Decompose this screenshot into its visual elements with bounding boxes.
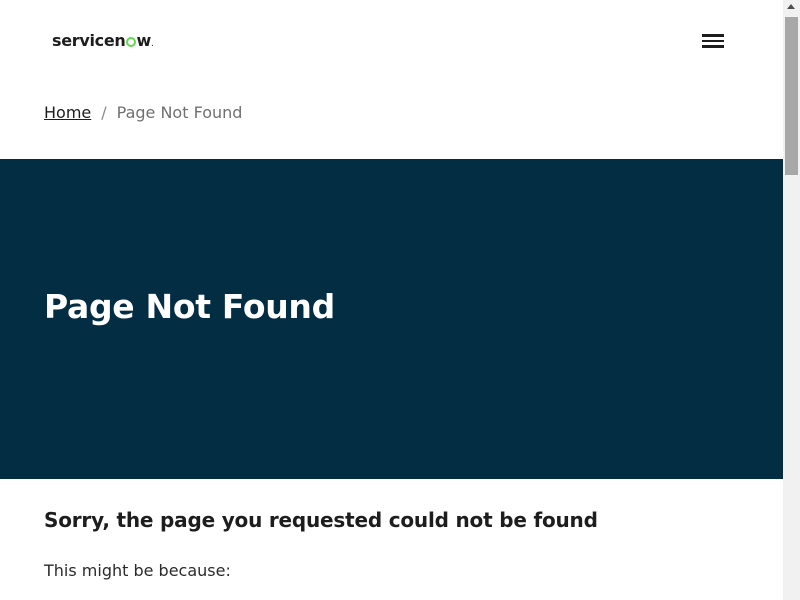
hamburger-line bbox=[702, 34, 724, 37]
vertical-scrollbar[interactable] bbox=[783, 0, 800, 600]
hamburger-line bbox=[702, 39, 724, 42]
error-explanation: This might be because: bbox=[44, 561, 231, 580]
page: servicen w. Home / Page Not Found Page No… bbox=[0, 0, 783, 600]
hero-banner: Page Not Found bbox=[0, 159, 783, 479]
breadcrumb-current: Page Not Found bbox=[116, 102, 243, 122]
site-header: servicen w. bbox=[0, 0, 783, 82]
scroll-up-arrow-icon[interactable] bbox=[787, 4, 795, 9]
logo-o-mark-icon bbox=[126, 37, 137, 47]
breadcrumb-home-link[interactable]: Home bbox=[44, 103, 91, 122]
hamburger-menu-icon[interactable] bbox=[699, 30, 727, 52]
servicenow-logo[interactable]: servicen w. bbox=[52, 31, 154, 53]
error-heading: Sorry, the page you requested could not … bbox=[44, 508, 598, 532]
page-title: Page Not Found bbox=[44, 287, 335, 326]
logo-text-left: servicen bbox=[52, 31, 126, 50]
logo-text-right: w bbox=[136, 31, 152, 50]
breadcrumb-separator: / bbox=[101, 102, 107, 122]
logo-trademark: . bbox=[151, 39, 154, 49]
scrollbar-thumb[interactable] bbox=[785, 17, 798, 175]
breadcrumb: Home / Page Not Found bbox=[44, 100, 242, 124]
hamburger-line bbox=[702, 45, 724, 48]
